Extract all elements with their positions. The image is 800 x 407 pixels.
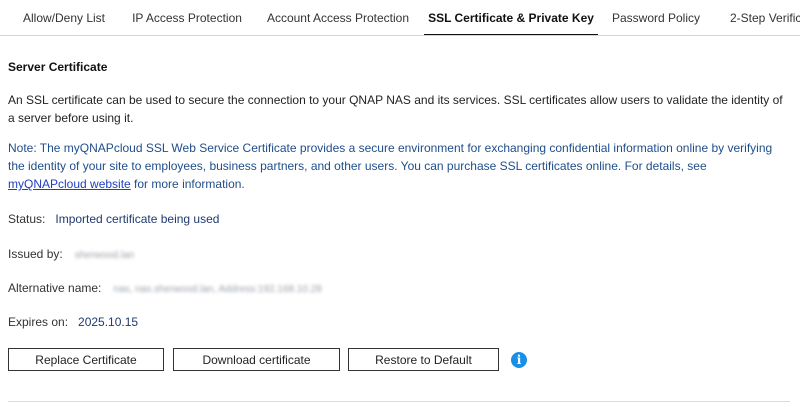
tab-account-access-protection[interactable]: Account Access Protection [258, 0, 418, 35]
expires-row: Expires on: 2025.10.15 [8, 315, 138, 329]
expires-label: Expires on: [8, 315, 69, 329]
info-icon[interactable]: i [511, 352, 527, 368]
tab-password-policy[interactable]: Password Policy [604, 0, 708, 35]
replace-certificate-button[interactable]: Replace Certificate [8, 348, 164, 371]
restore-to-default-button[interactable]: Restore to Default [348, 348, 499, 371]
tab-ssl-certificate[interactable]: SSL Certificate & Private Key [424, 0, 598, 35]
section-title: Server Certificate [8, 60, 108, 74]
tab-ip-access-protection[interactable]: IP Access Protection [124, 0, 250, 35]
alternative-name-label: Alternative name: [8, 281, 102, 295]
tab-bar: Allow/Deny List IP Access Protection Acc… [0, 0, 800, 36]
status-row: Status: Imported certificate being used [8, 212, 219, 226]
myqnapcloud-website-link[interactable]: myQNAPcloud website [8, 177, 131, 191]
note-suffix: for more information. [130, 177, 245, 191]
expires-value: 2025.10.15 [78, 315, 139, 329]
tab-allow-deny-list[interactable]: Allow/Deny List [12, 0, 116, 35]
alternative-name-row: Alternative name: nas, nas.sherwood.lan, … [8, 281, 322, 295]
issued-by-label: Issued by: [8, 247, 63, 261]
section-divider [8, 401, 790, 402]
status-value: Imported certificate being used [55, 212, 220, 226]
download-certificate-button[interactable]: Download certificate [173, 348, 340, 371]
tab-2-step-verification[interactable]: 2-Step Verifica [716, 0, 800, 35]
note-body: Note: The myQNAPcloud SSL Web Service Ce… [8, 141, 773, 173]
alternative-name-value: nas, nas.sherwood.lan, Address:192.168.1… [113, 284, 322, 295]
issued-by-row: Issued by: sherwood.lan [8, 247, 134, 261]
status-label: Status: [8, 212, 46, 226]
note-text: Note: The myQNAPcloud SSL Web Service Ce… [8, 139, 788, 193]
section-description: An SSL certificate can be used to secure… [8, 93, 783, 125]
issued-by-value: sherwood.lan [74, 250, 135, 261]
